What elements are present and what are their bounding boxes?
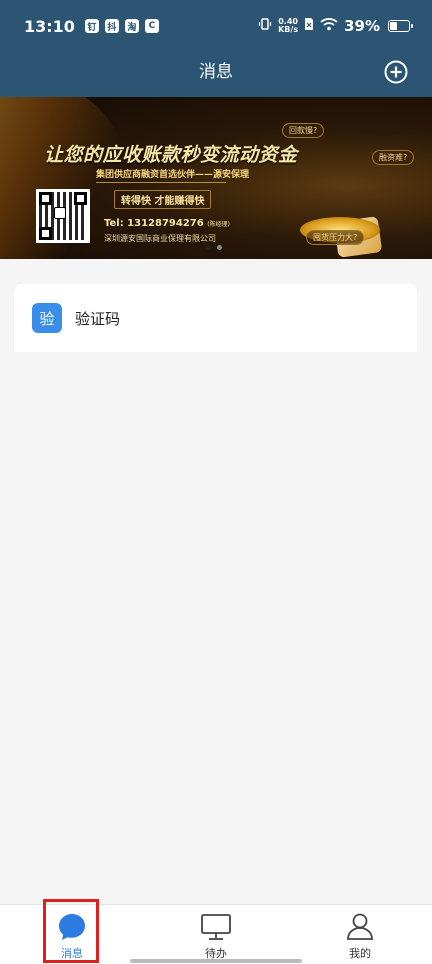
tab-todo[interactable]: 待办 (176, 905, 256, 964)
banner-phone-note: (陈经理) (207, 221, 230, 228)
verify-icon: 验 (32, 303, 62, 333)
banner-subline: 集团供应商融资首选伙伴——源安保理 (96, 170, 250, 180)
notification-app-icon: 淘 (124, 19, 139, 33)
qr-logo (54, 207, 66, 219)
selection-highlight (43, 899, 99, 963)
qr-finder (39, 227, 52, 240)
qr-finder (39, 192, 52, 205)
notification-app-icon: 抖 (104, 19, 119, 33)
plus-circle-icon[interactable] (384, 60, 408, 84)
tab-mine[interactable]: 我的 (320, 905, 400, 964)
qr-code-image (36, 189, 90, 243)
battery-fill (390, 22, 397, 30)
list-item-label: 验证码 (75, 309, 121, 328)
pagination-dot[interactable] (206, 245, 211, 250)
qr-finder (74, 192, 87, 205)
notification-app-icon: C (144, 19, 159, 33)
banner-headline: 让您的应收账款秒变流动资金 (44, 144, 298, 166)
status-bar: 13:10 钉 抖 淘 C 0.40 KB/s 39% (0, 0, 432, 52)
network-speed: 0.40 KB/s (278, 18, 298, 34)
user-icon (345, 911, 375, 944)
notification-app-icon: 钉 (84, 19, 99, 33)
monitor-icon (200, 913, 232, 944)
banner-company: 深圳源安国际商业保理有限公司 (104, 234, 216, 243)
vibrate-icon (258, 17, 272, 35)
pagination-dot[interactable] (217, 245, 222, 250)
battery-text: 39% (344, 17, 380, 35)
banner-pagination (206, 245, 222, 250)
banner-slogan: 转得快 才能赚得快 (114, 190, 212, 209)
app-header: 13:10 钉 抖 淘 C 0.40 KB/s 39% 消息 (0, 0, 432, 97)
banner-bubble: 囤货压力大? (306, 230, 365, 245)
net-speed-unit: KB/s (278, 25, 299, 34)
banner-bubble: 融资难? (372, 150, 415, 165)
sim-icon (304, 17, 314, 35)
promo-banner[interactable]: 让您的应收账款秒变流动资金 集团供应商融资首选伙伴——源安保理 转得快 才能赚得… (0, 97, 432, 259)
banner-phone: Tel: 13128794276 (陈经理) (104, 218, 230, 229)
banner-phone-number: Tel: 13128794276 (104, 218, 204, 229)
battery-icon (388, 20, 413, 32)
wifi-icon (320, 17, 338, 35)
home-indicator[interactable] (130, 959, 302, 963)
status-time: 13:10 (24, 16, 75, 36)
banner-bubble: 回款慢? (282, 123, 325, 138)
list-item[interactable]: 验 验证码 (14, 284, 417, 352)
banner-divider (96, 182, 226, 183)
tab-label: 我的 (349, 947, 371, 960)
page-title: 消息 (199, 62, 233, 82)
